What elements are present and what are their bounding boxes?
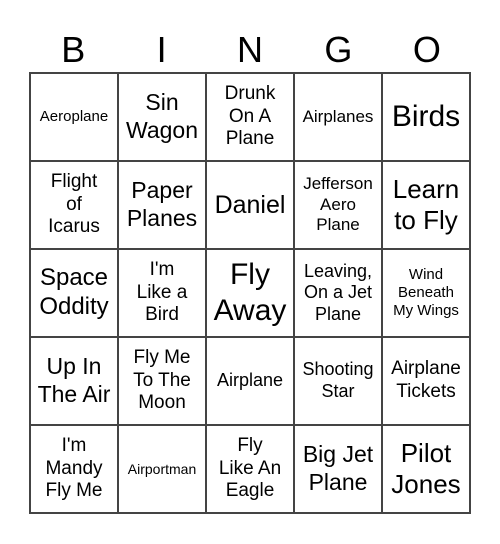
bingo-cell[interactable]: Up In The Air (30, 337, 118, 425)
header-letter-g: G (324, 29, 353, 70)
bingo-cell[interactable]: Learn to Fly (382, 161, 470, 249)
header-letter-n: N (237, 29, 264, 70)
bingo-cell[interactable]: Airplane Tickets (382, 337, 470, 425)
bingo-cell[interactable]: Airportman (118, 425, 206, 513)
bingo-cell[interactable]: Space Oddity (30, 249, 118, 337)
bingo-grid: Aeroplane Sin Wagon Drunk On A Plane Air… (29, 72, 471, 514)
bingo-cell[interactable]: Sin Wagon (118, 73, 206, 161)
bingo-header: B I N G O (29, 28, 471, 72)
bingo-cell[interactable]: Drunk On A Plane (206, 73, 294, 161)
bingo-cell[interactable]: I'm Mandy Fly Me (30, 425, 118, 513)
bingo-cell[interactable]: Daniel (206, 161, 294, 249)
bingo-cell[interactable]: Flight of Icarus (30, 161, 118, 249)
bingo-cell[interactable]: Leaving, On a Jet Plane (294, 249, 382, 337)
bingo-cell[interactable]: Birds (382, 73, 470, 161)
bingo-cell[interactable]: Shooting Star (294, 337, 382, 425)
bingo-cell[interactable]: Fly Me To The Moon (118, 337, 206, 425)
bingo-cell[interactable]: Jefferson Aero Plane (294, 161, 382, 249)
bingo-cell[interactable]: Big Jet Plane (294, 425, 382, 513)
bingo-cell[interactable]: I'm Like a Bird (118, 249, 206, 337)
bingo-cell[interactable]: Airplane (206, 337, 294, 425)
bingo-cell[interactable]: Pilot Jones (382, 425, 470, 513)
bingo-cell[interactable]: Wind Beneath My Wings (382, 249, 470, 337)
bingo-cell[interactable]: Fly Away (206, 249, 294, 337)
bingo-cell[interactable]: Aeroplane (30, 73, 118, 161)
bingo-cell[interactable]: Paper Planes (118, 161, 206, 249)
bingo-cell[interactable]: Airplanes (294, 73, 382, 161)
header-letter-o: O (412, 29, 441, 70)
header-letter-i: I (156, 29, 167, 70)
bingo-cell[interactable]: Fly Like An Eagle (206, 425, 294, 513)
header-letter-b: B (61, 29, 86, 70)
